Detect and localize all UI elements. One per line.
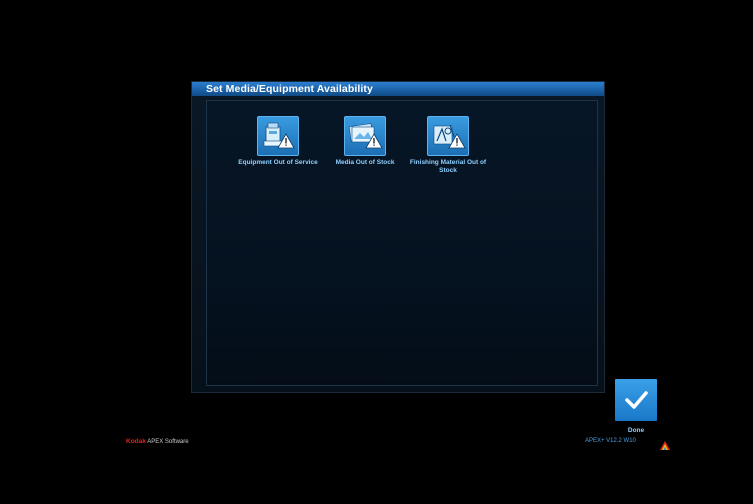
version-label: APEX+ V12.2 W10 <box>585 438 636 444</box>
dialog-content: Equipment Out of Service Media Out of St… <box>206 100 598 386</box>
dialog-title: Set Media/Equipment Availability <box>192 82 604 96</box>
kodak-wordmark: Kodak <box>126 438 146 445</box>
media-warning-icon <box>344 116 386 156</box>
equipment-out-of-service-tile[interactable]: Equipment Out of Service <box>232 116 324 167</box>
tile-label: Equipment Out of Service <box>238 159 318 166</box>
done-button[interactable] <box>615 379 657 421</box>
checkmark-icon <box>625 391 648 409</box>
done-label: Done <box>627 427 645 434</box>
equipment-warning-icon <box>257 116 299 156</box>
product-name: APEX Software <box>147 439 189 445</box>
finishing-material-warning-icon <box>427 116 469 156</box>
availability-dialog: Set Media/Equipment Availability Equipme… <box>191 81 605 393</box>
app-screen: Set Media/Equipment Availability Equipme… <box>7 7 753 504</box>
footer-brand: Kodak APEX Software <box>126 438 189 445</box>
finishing-material-out-of-stock-tile[interactable]: Finishing Material Out of Stock <box>402 116 494 175</box>
done-control: Done <box>615 379 657 434</box>
media-out-of-stock-tile[interactable]: Media Out of Stock <box>319 116 411 167</box>
tile-label: Media Out of Stock <box>335 159 395 166</box>
kodak-triangle-logo-icon <box>660 437 670 455</box>
tile-label: Finishing Material Out of Stock <box>409 159 487 174</box>
